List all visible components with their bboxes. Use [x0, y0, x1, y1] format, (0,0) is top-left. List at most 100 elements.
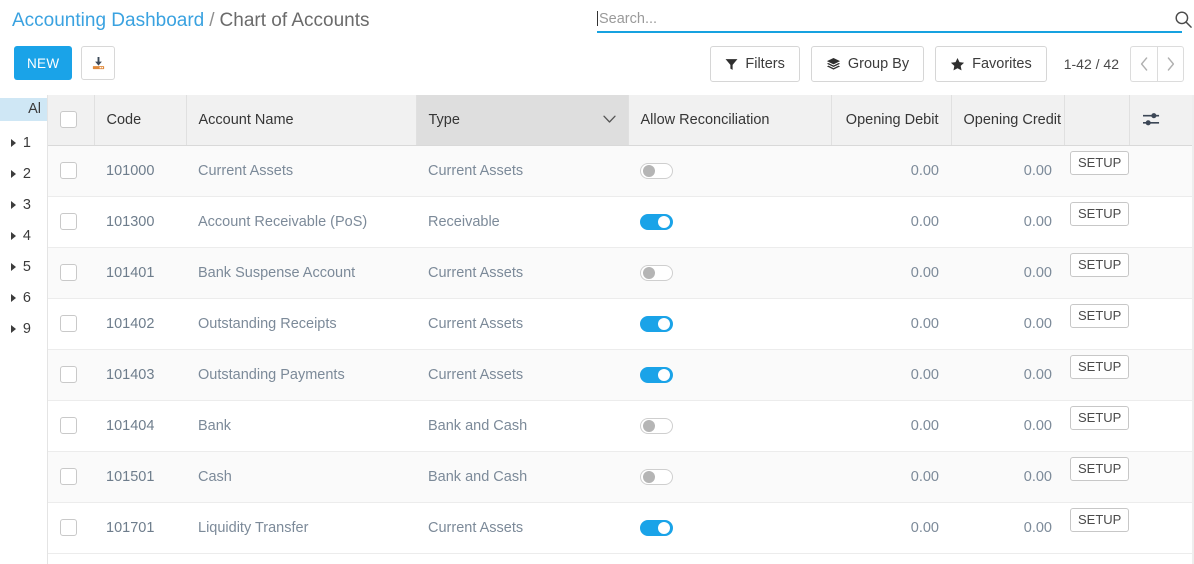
table-row[interactable]: 101402 Outstanding Receipts Current Assets…: [48, 298, 1194, 350]
toggle-knob: [643, 266, 655, 279]
cell-account-name: Current Assets: [186, 145, 416, 197]
breadcrumb-parent-link[interactable]: Accounting Dashboard: [12, 10, 204, 31]
select-all-header: [48, 95, 95, 146]
sidebar-item-all[interactable]: Al: [0, 98, 47, 121]
cell-opening-debit: 0.00: [831, 196, 951, 248]
table-row[interactable]: 101300 Account Receivable (PoS) Receivable…: [48, 196, 1194, 248]
search-input[interactable]: Search...: [599, 9, 1182, 29]
setup-button[interactable]: SETUP: [1070, 354, 1130, 379]
setup-button[interactable]: SETUP: [1070, 252, 1130, 277]
export-button[interactable]: [81, 46, 116, 80]
setup-button[interactable]: SETUP: [1070, 303, 1130, 328]
table-row[interactable]: 101000 Current Assets Current Assets 0.00 0.…: [48, 145, 1194, 197]
sidebar-item-6[interactable]: 6: [0, 282, 47, 313]
expand-caret-icon[interactable]: [10, 262, 16, 271]
search-bar[interactable]: Search...: [597, 6, 1192, 33]
select-all-checkbox[interactable]: [60, 111, 77, 129]
allow-reconciliation-toggle[interactable]: [640, 519, 673, 536]
pager-next-button[interactable]: [1157, 46, 1184, 82]
row-checkbox[interactable]: [60, 213, 77, 230]
setup-button[interactable]: SETUP: [1070, 150, 1130, 175]
cell-setup: SETUP: [1064, 145, 1194, 197]
allow-reconciliation-toggle[interactable]: [640, 315, 673, 332]
row-checkbox[interactable]: [60, 417, 77, 434]
allow-reconciliation-toggle[interactable]: [640, 468, 673, 485]
cell-code: 101404: [94, 400, 186, 452]
sidebar-item-label: 5: [22, 258, 31, 275]
sidebar-item-4[interactable]: 4: [0, 220, 47, 251]
new-button[interactable]: NEW: [14, 46, 73, 80]
row-select-cell: [48, 145, 94, 197]
cell-opening-credit: 0.00: [951, 247, 1064, 299]
allow-reconciliation-toggle[interactable]: [640, 162, 673, 179]
column-header-opening-debit[interactable]: Opening Debit: [831, 95, 952, 146]
favorites-button[interactable]: Favorites: [935, 46, 1047, 82]
column-header-allow-reconciliation[interactable]: Allow Reconciliation: [628, 95, 832, 146]
cell-opening-debit: 0.00: [831, 247, 951, 299]
sidebar-item-2[interactable]: 2: [0, 158, 47, 189]
account-group-sidebar: Al 1 2 3 4 5 6 9: [0, 95, 48, 564]
column-header-account-name[interactable]: Account Name: [186, 95, 417, 146]
cell-account-name: Cash: [186, 451, 416, 503]
sidebar-item-3[interactable]: 3: [0, 189, 47, 220]
cell-code: 101701: [94, 502, 186, 554]
filters-button[interactable]: Filters: [710, 46, 800, 82]
accounts-table-container: Code Account Name Type Allow Reconciliat…: [48, 95, 1194, 564]
cell-account-name: Bank Suspense Account: [186, 247, 416, 299]
row-checkbox[interactable]: [60, 162, 77, 179]
group-by-button[interactable]: Group By: [810, 46, 925, 82]
column-header-opening-credit[interactable]: Opening Credit: [951, 95, 1065, 146]
cell-code: 101300: [94, 196, 186, 248]
expand-caret-icon[interactable]: [10, 138, 16, 147]
cell-account-name: Liquidity Transfer: [186, 502, 416, 554]
search-icon[interactable]: [1172, 8, 1194, 30]
row-checkbox[interactable]: [60, 366, 77, 383]
row-checkbox[interactable]: [60, 519, 77, 536]
toggle-knob: [643, 470, 655, 483]
expand-caret-icon[interactable]: [10, 200, 16, 209]
row-checkbox[interactable]: [60, 315, 77, 332]
table-header-row: Code Account Name Type Allow Reconciliat…: [48, 95, 1194, 146]
allow-reconciliation-toggle[interactable]: [640, 264, 673, 281]
cell-type: Current Assets: [416, 247, 628, 299]
setup-button[interactable]: SETUP: [1070, 507, 1130, 532]
optional-columns-header[interactable]: [1129, 95, 1194, 146]
row-checkbox[interactable]: [60, 264, 77, 281]
cell-opening-credit: 0.00: [951, 196, 1064, 248]
setup-button[interactable]: SETUP: [1070, 405, 1130, 430]
accounts-table: Code Account Name Type Allow Reconciliat…: [48, 95, 1194, 554]
allow-reconciliation-toggle[interactable]: [640, 213, 673, 230]
table-row[interactable]: 101701 Liquidity Transfer Current Assets 0.…: [48, 502, 1194, 554]
sliders-icon[interactable]: [1142, 111, 1183, 128]
cell-opening-debit: 0.00: [831, 145, 951, 197]
row-select-cell: [48, 247, 94, 299]
pager-range: 1-42 / 42: [1063, 56, 1119, 72]
cell-opening-debit: 0.00: [831, 502, 951, 554]
table-row[interactable]: 101401 Bank Suspense Account Current Asset…: [48, 247, 1194, 299]
table-row[interactable]: 101403 Outstanding Payments Current Assets…: [48, 349, 1194, 401]
cell-opening-credit: 0.00: [951, 298, 1064, 350]
column-header-type[interactable]: Type: [416, 95, 629, 146]
breadcrumb-separator: /: [209, 10, 215, 31]
table-row[interactable]: 101501 Cash Bank and Cash 0.00 0.00 SETUP: [48, 451, 1194, 503]
column-header-code[interactable]: Code: [94, 95, 187, 146]
allow-reconciliation-toggle[interactable]: [640, 417, 673, 434]
setup-button[interactable]: SETUP: [1070, 201, 1130, 226]
table-row[interactable]: 101404 Bank Bank and Cash 0.00 0.00 SETUP: [48, 400, 1194, 452]
expand-caret-icon[interactable]: [10, 293, 16, 302]
cell-setup: SETUP: [1064, 247, 1194, 299]
allow-reconciliation-toggle[interactable]: [640, 366, 673, 383]
expand-caret-icon[interactable]: [10, 231, 16, 240]
sidebar-item-1[interactable]: 1: [0, 127, 47, 158]
cell-code: 101401: [94, 247, 186, 299]
row-checkbox[interactable]: [60, 468, 77, 485]
cell-allow-reconciliation: [628, 400, 831, 452]
setup-button[interactable]: SETUP: [1070, 456, 1130, 481]
sidebar-item-5[interactable]: 5: [0, 251, 47, 282]
pager-previous-button[interactable]: [1130, 46, 1157, 82]
cell-allow-reconciliation: [628, 349, 831, 401]
cell-code: 101000: [94, 145, 186, 197]
expand-caret-icon[interactable]: [10, 169, 16, 178]
sidebar-item-9[interactable]: 9: [0, 313, 47, 344]
expand-caret-icon[interactable]: [10, 324, 16, 333]
